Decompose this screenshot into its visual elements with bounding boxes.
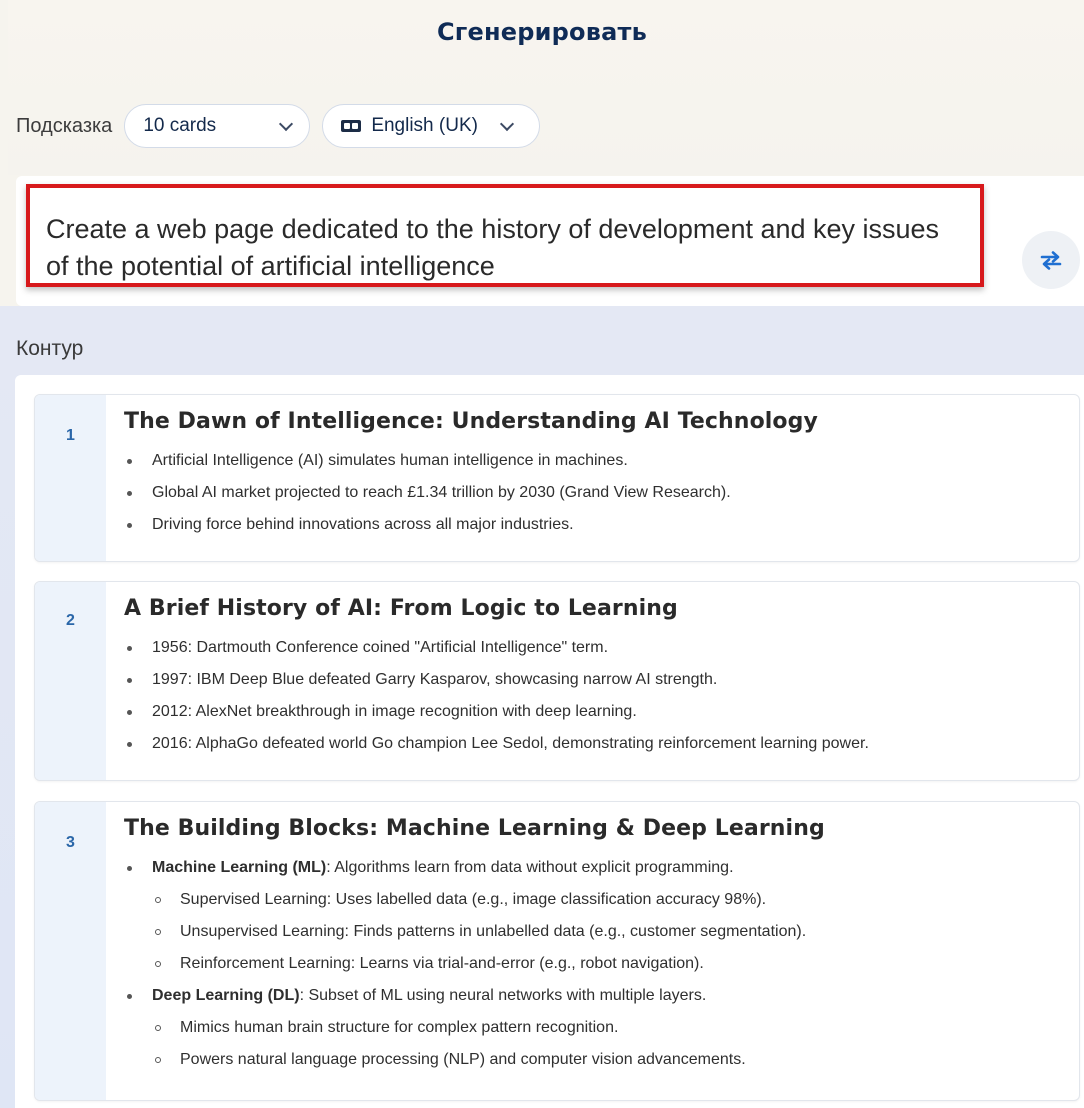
card-bullet[interactable]: Machine Learning (ML): Algorithms learn … [124, 852, 1069, 884]
bullet-text: : Subset of ML using neural networks wit… [299, 987, 707, 1004]
card-bullet[interactable]: 2012: AlexNet breakthrough in image reco… [124, 696, 1069, 728]
card-number: 2 [66, 612, 75, 629]
card-bullet[interactable]: Artificial Intelligence (AI) simulates h… [124, 445, 1069, 477]
card-title[interactable]: The Building Blocks: Machine Learning & … [124, 816, 1069, 846]
card-bullet[interactable]: 1997: IBM Deep Blue defeated Garry Kaspa… [124, 664, 1069, 696]
bullet-text: : Algorithms learn from data without exp… [326, 859, 734, 876]
language-icon [341, 120, 362, 132]
card-number-column: 3 [35, 802, 106, 1100]
prompt-controls: Подсказка 10 cards English (UK) [16, 103, 541, 149]
card-sub-bullet[interactable]: Powers natural language processing (NLP)… [124, 1044, 1069, 1076]
card-bullet[interactable]: Global AI market projected to reach £1.3… [124, 477, 1069, 509]
language-value: English (UK) [371, 115, 478, 136]
card-title[interactable]: A Brief History of AI: From Logic to Lea… [124, 596, 1069, 626]
cards-count-value: 10 cards [143, 115, 217, 136]
card-sub-bullet[interactable]: Reinforcement Learning: Learns via trial… [124, 948, 1069, 980]
regenerate-button[interactable] [1022, 231, 1080, 289]
card-bullet[interactable]: Deep Learning (DL): Subset of ML using n… [124, 980, 1069, 1012]
outline-card-3[interactable]: 3 The Building Blocks: Machine Learning … [34, 801, 1080, 1101]
page-title: Сгенерировать [436, 18, 648, 46]
card-number: 3 [66, 834, 75, 851]
card-number-column: 2 [35, 582, 106, 780]
swap-arrows-icon [1040, 251, 1062, 270]
outline-label: Контур [16, 337, 84, 360]
chevron-down-icon [499, 116, 515, 131]
card-bullet[interactable]: 2016: AlphaGo defeated world Go champion… [124, 728, 1069, 760]
prompt-input[interactable]: Create a web page dedicated to the histo… [26, 184, 984, 287]
card-number-column: 1 [35, 395, 106, 561]
card-number: 1 [66, 427, 75, 444]
prompt-panel: Create a web page dedicated to the histo… [16, 176, 1084, 306]
bullet-term: Deep Learning (DL) [152, 987, 300, 1004]
card-sub-bullet[interactable]: Unsupervised Learning: Finds patterns in… [124, 916, 1069, 948]
bullet-term: Machine Learning (ML) [152, 859, 327, 876]
outline-card-1[interactable]: 1 The Dawn of Intelligence: Understandin… [34, 394, 1080, 562]
chevron-down-icon [279, 116, 294, 131]
cards-count-select[interactable]: 10 cards [124, 104, 311, 148]
card-content: A Brief History of AI: From Logic to Lea… [124, 596, 1069, 760]
outline-card-2[interactable]: 2 A Brief History of AI: From Logic to L… [34, 581, 1080, 781]
card-sub-bullet[interactable]: Supervised Learning: Uses labelled data … [124, 884, 1069, 916]
prompt-label: Подсказка [16, 114, 113, 137]
language-select[interactable]: English (UK) [322, 104, 541, 148]
card-sub-bullet[interactable]: Mimics human brain structure for complex… [124, 1012, 1069, 1044]
card-bullet[interactable]: Driving force behind innovations across … [124, 509, 1069, 541]
card-content: The Dawn of Intelligence: Understanding … [124, 409, 1069, 541]
card-content: The Building Blocks: Machine Learning & … [124, 816, 1069, 1076]
card-title[interactable]: The Dawn of Intelligence: Understanding … [124, 409, 1069, 439]
card-bullet[interactable]: 1956: Dartmouth Conference coined "Artif… [124, 632, 1069, 664]
